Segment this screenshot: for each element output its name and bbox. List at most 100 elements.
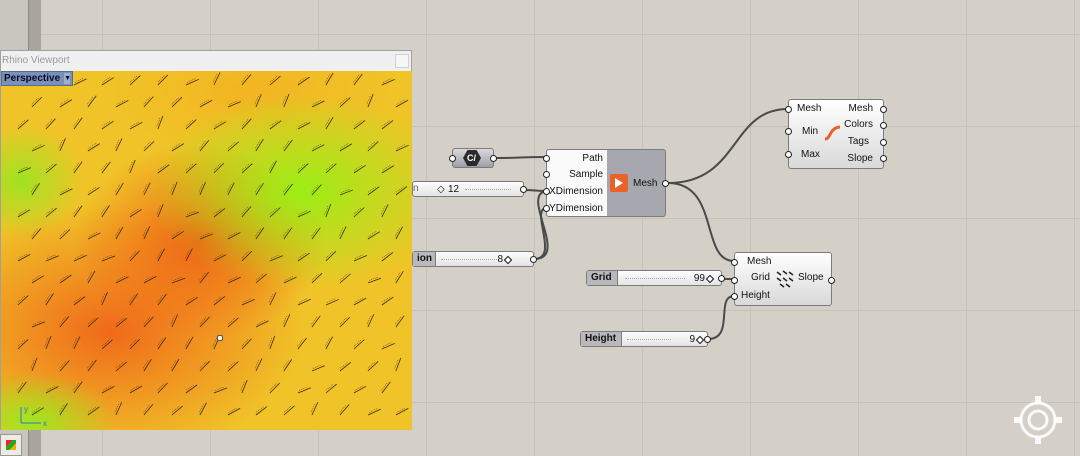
watermark-gear-icon <box>1014 396 1062 444</box>
pin-grid[interactable] <box>731 277 738 284</box>
slope-tag <box>367 361 379 372</box>
input-grid: Grid <box>751 272 770 283</box>
view-mode-dropdown[interactable]: Perspective ▼ <box>1 71 74 86</box>
slope-tag <box>59 187 73 196</box>
input-min: Min <box>802 126 819 137</box>
slope-tag <box>353 297 367 306</box>
slope-tag <box>156 115 164 130</box>
pin-mesh-out[interactable] <box>880 106 887 113</box>
pin-output-mesh[interactable] <box>662 180 669 187</box>
slope-tag <box>171 405 183 416</box>
slope-tag <box>157 293 167 306</box>
slope-tag <box>395 143 409 152</box>
cluster-output-pin[interactable] <box>490 155 497 162</box>
slope-tag <box>128 159 136 174</box>
slope-tag <box>45 385 59 394</box>
slope-tag <box>394 357 402 372</box>
slope-tag <box>381 164 395 174</box>
slope-tag <box>129 121 143 130</box>
pin-mesh-slope[interactable] <box>731 259 738 266</box>
slope-tag <box>171 230 184 240</box>
slope-tag <box>156 248 165 262</box>
slope-tag <box>339 273 351 284</box>
slope-grid-component[interactable]: Mesh Grid Height Slope <box>731 252 835 306</box>
slider-ydimension-pin[interactable] <box>530 256 537 263</box>
slope-tag <box>100 292 108 306</box>
slope-tag <box>381 251 394 262</box>
slope-tag <box>269 382 280 394</box>
slope-tag <box>339 404 350 416</box>
pin-height[interactable] <box>731 293 738 300</box>
slider-height[interactable]: Height 9 <box>580 331 711 347</box>
cluster-input-pin[interactable] <box>449 155 456 162</box>
slope-tag <box>254 93 262 108</box>
slope-tag <box>297 252 310 262</box>
pin-mesh-in[interactable] <box>785 106 792 113</box>
slope-tag <box>311 227 321 240</box>
slider-xdimension-pin[interactable] <box>520 186 527 193</box>
slope-tag <box>282 314 291 328</box>
axis-x-label: x <box>43 419 47 427</box>
input-mesh-slope: Mesh <box>747 256 772 267</box>
slope-tag <box>44 335 52 350</box>
pin-sample[interactable] <box>543 171 550 178</box>
slider-ydimension-handle[interactable] <box>503 255 513 265</box>
slope-tag <box>199 271 209 284</box>
slope-tag <box>114 402 123 416</box>
slope-tag <box>282 93 290 108</box>
slope-tag <box>226 182 235 196</box>
mesh-analysis-component[interactable]: Mesh Min Max Mesh Colors Tags Slope <box>785 99 887 169</box>
input-ydimension: YDimension <box>549 203 603 214</box>
pin-slope[interactable] <box>880 155 887 162</box>
pin-slope-out[interactable] <box>828 277 835 284</box>
pin-path[interactable] <box>543 155 550 162</box>
slope-tag <box>325 72 334 86</box>
pin-min[interactable] <box>785 128 792 135</box>
pin-ydimension[interactable] <box>543 205 550 212</box>
slope-tag <box>338 226 347 240</box>
slope-tag-field <box>17 72 409 416</box>
pin-xdimension[interactable] <box>543 188 550 195</box>
slope-tag <box>143 275 157 284</box>
slope-tag <box>101 385 115 394</box>
viewport-color-icon[interactable] <box>0 434 22 456</box>
slope-tag <box>73 295 86 306</box>
slider-grid-handle[interactable] <box>705 274 715 284</box>
axis-gizmo-icon: y x <box>20 405 47 427</box>
slope-tag <box>73 77 87 86</box>
slider-grid-pin[interactable] <box>718 275 725 282</box>
rhino-viewport-window[interactable]: Rhino Viewport y x Perspective ▼ <box>0 50 412 430</box>
slope-tag <box>310 402 319 416</box>
slider-grid[interactable]: Grid 99 <box>586 270 725 286</box>
viewport-titlebar[interactable]: Rhino Viewport <box>1 51 411 71</box>
slope-tag <box>156 203 164 218</box>
pin-max[interactable] <box>785 151 792 158</box>
slope-tag <box>255 319 269 328</box>
slider-xdimension[interactable]: n ◇ 12 <box>412 181 527 197</box>
slider-height-handle[interactable] <box>695 335 705 345</box>
path-mesh-component[interactable]: Path Sample XDimension YDimension Mesh <box>543 149 669 217</box>
slope-tag <box>367 186 380 196</box>
slope-tag <box>185 384 198 394</box>
slider-height-pin[interactable] <box>704 336 711 343</box>
slope-tag <box>283 183 293 196</box>
slope-tag <box>87 231 101 240</box>
pin-tags[interactable] <box>880 139 887 146</box>
pin-colors[interactable] <box>880 122 887 129</box>
close-icon[interactable] <box>395 54 409 68</box>
slope-tag <box>269 207 281 218</box>
slope-tag <box>45 254 60 262</box>
slope-tag <box>157 382 168 394</box>
cluster-component[interactable]: C/ <box>449 148 497 168</box>
slope-tag <box>17 208 31 218</box>
slope-tag <box>240 379 248 394</box>
slope-tag <box>213 253 227 262</box>
slope-tag <box>184 336 194 350</box>
slider-ydimension[interactable]: ion 8 <box>412 251 537 267</box>
viewport-canvas[interactable]: y x <box>1 71 412 430</box>
slider-xdimension-value: 12 <box>448 184 460 195</box>
slope-tag <box>268 335 276 350</box>
slope-tag <box>353 254 367 262</box>
slope-tag <box>227 276 241 284</box>
chevron-down-icon[interactable]: ▼ <box>64 73 71 84</box>
